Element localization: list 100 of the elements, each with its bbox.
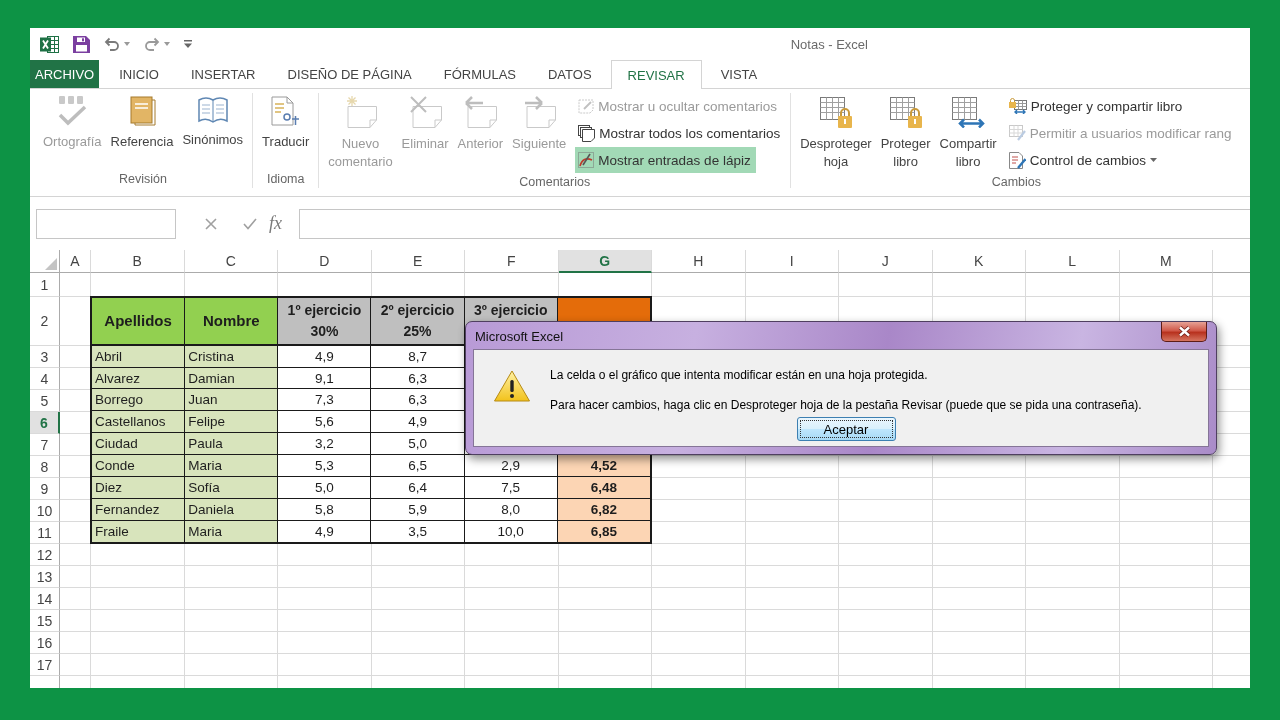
table-cell: 5,8	[278, 499, 371, 521]
table-cell: Borrego	[92, 389, 185, 411]
header-cell: Apellidos	[92, 298, 185, 345]
table-cell: 6,5	[371, 455, 464, 477]
table-cell: 7,3	[278, 389, 371, 411]
customize-icon[interactable]	[184, 40, 192, 48]
row-header[interactable]: 6	[30, 412, 60, 434]
table-cell: 10,0	[464, 521, 557, 542]
table-cell: Felipe	[185, 411, 278, 433]
ribbon-button[interactable]: Mostrar todos los comentarios	[575, 120, 786, 146]
ribbon-button[interactable]: Mostrar entradas de lápiz	[575, 147, 756, 173]
table-cell: 6,3	[371, 367, 464, 389]
group-label: Comentarios	[519, 174, 591, 191]
table-cell: Juan	[185, 389, 278, 411]
sheet-pencil-icon	[1008, 125, 1026, 141]
dialog-message: Para hacer cambios, haga clic en Desproteger hoja de la pestaña Revisar (puede que se pida una contraseña).	[550, 398, 1142, 413]
table-cell: Maria	[185, 521, 278, 542]
cancel-icon[interactable]	[205, 217, 217, 230]
table-cell: 8,7	[371, 345, 464, 367]
insert-function-button[interactable]: fx	[267, 213, 284, 234]
redo-icon[interactable]	[144, 37, 160, 51]
table-cell: 4,9	[278, 345, 371, 367]
ribbon-button[interactable]: Traducir	[258, 93, 314, 151]
sheet-lock-icon	[889, 96, 923, 128]
ribbon-tab[interactable]: INSERTAR	[174, 60, 272, 88]
table-cell: Sofía	[185, 477, 278, 499]
ribbon-tab[interactable]: REVISAR	[610, 60, 702, 89]
file-tab[interactable]: ARCHIVO	[30, 60, 100, 88]
note-left-arrow-icon	[463, 96, 497, 128]
ribbon-tab[interactable]: INICIO	[103, 60, 175, 88]
ribbon-tab[interactable]: DATOS	[532, 60, 608, 88]
table-cell: 9,1	[278, 367, 371, 389]
table-cell: 5,0	[371, 433, 464, 455]
table-cell: Conde	[92, 455, 185, 477]
sheet-arrows-icon	[951, 96, 986, 128]
document-pencil-icon	[1008, 151, 1026, 169]
ribbon-tab[interactable]: VISTA	[704, 60, 774, 88]
name-box[interactable]	[36, 208, 176, 239]
dialog-title: Microsoft Excel	[474, 329, 564, 344]
formula-input[interactable]	[299, 208, 1250, 239]
close-icon	[1177, 326, 1191, 337]
table-cell: 4,52	[557, 455, 650, 477]
table-cell: 4,9	[278, 521, 371, 542]
document-icon	[271, 96, 301, 126]
group-label: Revisión	[119, 171, 167, 188]
ribbon-tab[interactable]: FÓRMULAS	[427, 60, 532, 88]
undo-icon[interactable]	[104, 37, 120, 51]
table-cell: Fraile	[92, 521, 185, 542]
lock-sheet-icon	[1008, 98, 1027, 114]
sheet-lock-icon	[819, 96, 853, 128]
note-right-arrow-icon	[522, 96, 556, 128]
dashed-note-pencil-icon	[578, 98, 595, 114]
accept-button[interactable]: Aceptar	[796, 417, 896, 441]
table-cell: 6,85	[557, 521, 650, 542]
ribbon-button[interactable]: Referencia	[106, 93, 178, 151]
group-label: Cambios	[991, 174, 1041, 191]
column-title: 2º ejercicio	[380, 301, 455, 320]
select-all-button[interactable]	[45, 258, 57, 270]
column-header[interactable]: G	[558, 250, 652, 273]
table-cell: Fernandez	[92, 499, 185, 521]
spreadsheet-logo-icon[interactable]	[40, 35, 59, 53]
checkmark-icon	[57, 96, 88, 126]
table-cell: 6,3	[371, 389, 464, 411]
ribbon-button[interactable]: Compartir libro	[935, 93, 1001, 171]
stacked-notes-icon	[578, 124, 596, 142]
ribbon-button[interactable]: Proteger libro	[876, 93, 935, 171]
ribbon-button[interactable]: Control de cambios	[1005, 147, 1162, 173]
table-cell: Castellanos	[92, 411, 185, 433]
caret-icon	[1149, 158, 1157, 162]
group-label: Idioma	[266, 171, 305, 188]
triangle-icon	[45, 258, 57, 270]
check-icon[interactable]	[243, 217, 257, 230]
table-cell: Damian	[185, 367, 278, 389]
ribbon-tab[interactable]: DISEÑO DE PÁGINA	[271, 60, 428, 88]
ribbon-button[interactable]: Proteger y compartir libro	[1005, 93, 1188, 119]
ribbon-button[interactable]: Sinónimos	[178, 93, 248, 149]
column-weight: 30%	[310, 322, 339, 341]
table-cell: 8,0	[464, 499, 557, 521]
table-cell: 5,6	[278, 411, 371, 433]
column-weight: 25%	[403, 322, 432, 341]
table-cell: Alvarez	[92, 367, 185, 389]
ribbon-button[interactable]: Desproteger hoja	[796, 93, 876, 171]
table-cell: Diez	[92, 477, 185, 499]
save-icon[interactable]	[73, 35, 90, 53]
table-cell: 6,48	[557, 477, 650, 499]
table-cell: Paula	[185, 433, 278, 455]
close-button[interactable]	[1161, 322, 1207, 342]
table-cell: 6,4	[371, 477, 464, 499]
header-cell: Nombre	[185, 298, 278, 345]
caret-icon[interactable]	[124, 42, 130, 46]
caret-icon[interactable]	[164, 42, 170, 46]
note-cross-icon	[408, 96, 442, 128]
table-cell: 2,9	[464, 455, 557, 477]
dialog-message: La celda o el gráfico que intenta modificar están en una hoja protegida.	[550, 368, 929, 383]
table-cell: Ciudad	[92, 433, 185, 455]
table-cell: Daniela	[185, 499, 278, 521]
table-cell: 6,82	[557, 499, 650, 521]
ink-stroke-icon	[578, 152, 595, 168]
warning-icon	[494, 370, 530, 402]
window-title: Notas - Excel	[790, 36, 868, 52]
